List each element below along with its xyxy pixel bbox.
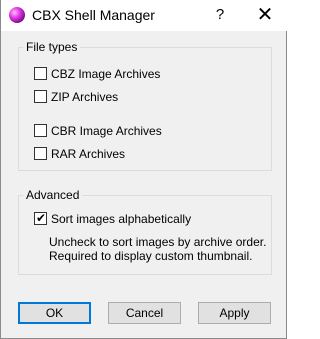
close-button[interactable]: ✕ [242, 0, 288, 30]
advanced-legend: Advanced [23, 188, 83, 202]
sort-note-line1: Uncheck to sort images by archive order. [49, 235, 267, 249]
sort-checkbox[interactable]: ✔ [34, 211, 47, 225]
cancel-button[interactable]: Cancel [108, 302, 181, 324]
window-title: CBX Shell Manager [32, 7, 155, 23]
zip-checkbox[interactable] [34, 90, 47, 103]
app-icon [9, 7, 25, 23]
sort-note-line2: Required to display custom thumbnail. [49, 249, 253, 263]
file-types-group: File types CBZ Image Archives ZIP Archiv… [18, 40, 272, 171]
help-button[interactable]: ? [197, 0, 243, 30]
checkmark-icon: ✔ [36, 211, 47, 225]
dialog-window: CBX Shell Manager ? ✕ File types CBZ Ima… [0, 0, 288, 339]
cbr-checkbox[interactable] [34, 124, 47, 137]
rar-checkbox[interactable] [34, 147, 47, 160]
apply-button[interactable]: Apply [198, 302, 271, 324]
rar-label[interactable]: RAR Archives [51, 146, 125, 162]
sort-label[interactable]: Sort images alphabetically [51, 211, 191, 227]
title-bar[interactable]: CBX Shell Manager ? ✕ [1, 0, 288, 31]
ok-button[interactable]: OK [18, 302, 91, 324]
cbz-checkbox[interactable] [34, 67, 47, 80]
cbr-label[interactable]: CBR Image Archives [51, 123, 162, 139]
cbz-label[interactable]: CBZ Image Archives [51, 66, 160, 82]
file-types-legend: File types [23, 40, 81, 54]
zip-label[interactable]: ZIP Archives [51, 89, 118, 105]
